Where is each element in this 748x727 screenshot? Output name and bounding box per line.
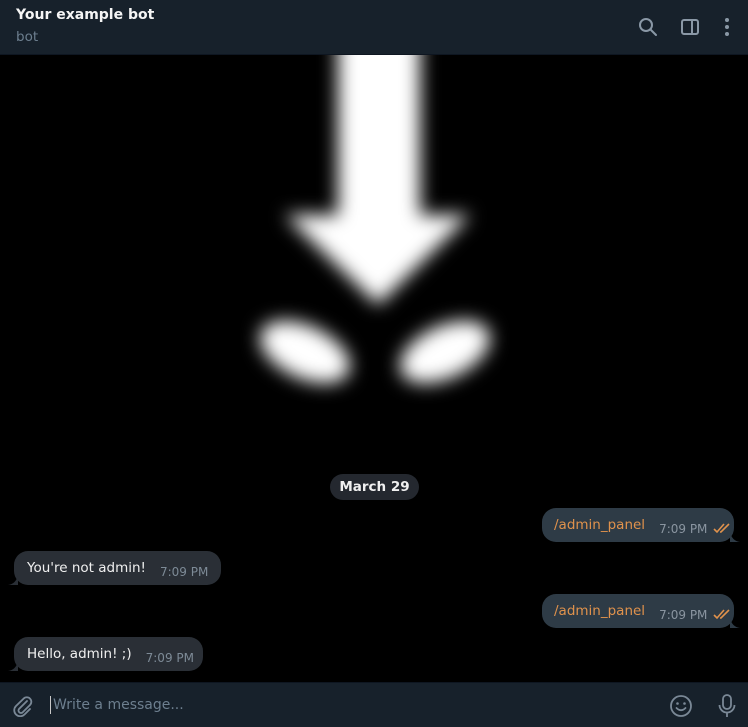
bubble-tail — [730, 618, 740, 628]
message-input[interactable]: Write a message... — [50, 693, 640, 717]
chat-header: Your example bot bot — [0, 0, 748, 55]
microphone-icon[interactable] — [714, 693, 740, 719]
search-icon[interactable] — [637, 16, 659, 38]
message-text: Hello, admin! ;) — [27, 646, 132, 662]
message-time: 7:09 PM — [659, 522, 708, 536]
message-incoming[interactable]: You're not admin! 7:09 PM — [8, 551, 221, 585]
message-text-command-link[interactable]: /admin_panel — [554, 603, 645, 619]
message-incoming[interactable]: Hello, admin! ;) 7:09 PM — [8, 637, 203, 671]
chat-title[interactable]: Your example bot — [16, 7, 154, 23]
message-text: You're not admin! — [27, 560, 146, 576]
attach-icon[interactable] — [10, 693, 36, 719]
message-time: 7:09 PM — [659, 608, 708, 622]
double-check-icon — [713, 608, 731, 620]
message-text-command-link[interactable]: /admin_panel — [554, 517, 645, 533]
date-separator: March 29 — [330, 474, 419, 500]
more-vertical-icon[interactable] — [716, 16, 738, 38]
message-time: 7:09 PM — [159, 565, 209, 579]
bubble-tail — [8, 575, 18, 585]
emoji-icon[interactable] — [668, 693, 694, 719]
message-time: 7:09 PM — [145, 651, 194, 665]
message-composer: Write a message... — [0, 682, 748, 727]
bubble-tail — [730, 532, 740, 542]
message-outgoing[interactable]: /admin_panel 7:09 PM — [542, 594, 740, 628]
chat-subtitle: bot — [16, 29, 39, 45]
message-input-placeholder: Write a message... — [53, 697, 184, 713]
double-check-icon — [713, 522, 731, 534]
sidebar-toggle-icon[interactable] — [679, 16, 701, 38]
bubble-tail — [8, 661, 18, 671]
chat-background — [0, 55, 748, 682]
text-caret — [50, 696, 51, 714]
arrow-down-wallpaper-icon — [260, 55, 490, 384]
message-outgoing[interactable]: /admin_panel 7:09 PM — [542, 508, 740, 542]
